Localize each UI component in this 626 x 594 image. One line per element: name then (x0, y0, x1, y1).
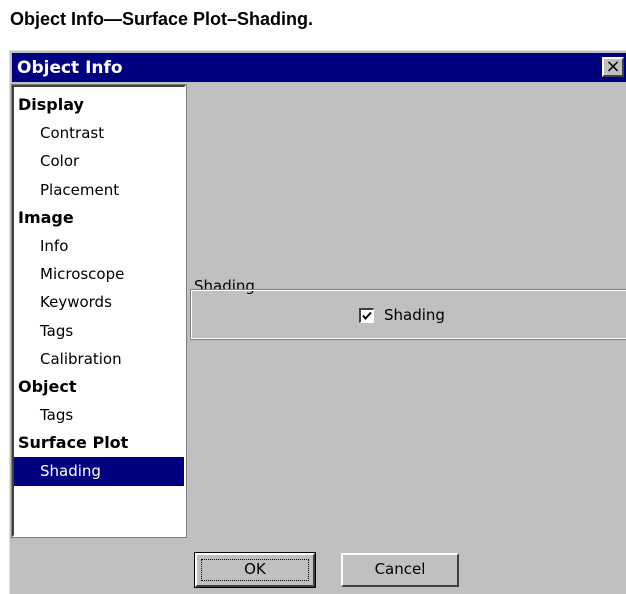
shading-checkbox-label: Shading (384, 306, 445, 324)
checkmark-icon (362, 311, 372, 320)
tree-group-image[interactable]: Image (14, 204, 184, 232)
tree-group-display[interactable]: Display (14, 91, 184, 119)
tree-item-contrast[interactable]: Contrast (14, 119, 184, 147)
cancel-button[interactable]: Cancel (341, 553, 459, 587)
title-bar: Object Info × (12, 53, 626, 82)
close-button[interactable]: × (602, 57, 624, 77)
tree-item-tags[interactable]: Tags (14, 317, 184, 345)
category-tree[interactable]: Display Contrast Color Placement Image Info Mi… (11, 84, 187, 538)
close-icon: × (605, 56, 621, 77)
category-tree-list: Display Contrast Color Placement Image Info Mi… (14, 91, 184, 486)
tree-group-object[interactable]: Object (14, 373, 184, 401)
focus-rect (201, 559, 309, 581)
shading-checkbox-row[interactable]: Shading (359, 305, 445, 325)
window-title: Object Info (17, 58, 123, 78)
tree-item-info[interactable]: Info (14, 232, 184, 260)
ok-button[interactable]: OK (194, 552, 316, 588)
tree-group-surface-plot[interactable]: Surface Plot (14, 429, 184, 457)
tree-item-shading[interactable]: Shading (14, 457, 184, 486)
tree-item-keywords[interactable]: Keywords (14, 288, 184, 316)
shading-checkbox[interactable] (359, 307, 374, 323)
tree-item-tags[interactable]: Tags (14, 401, 184, 429)
figure-caption: Object Info—Surface Plot–Shading. (10, 9, 314, 29)
tree-item-calibration[interactable]: Calibration (14, 345, 184, 373)
object-info-dialog: Object Info × Display Contrast Color Placem… (9, 50, 626, 594)
cancel-button-label: Cancel (374, 560, 426, 578)
tree-item-placement[interactable]: Placement (14, 176, 184, 204)
tree-item-microscope[interactable]: Microscope (14, 260, 184, 288)
tree-item-color[interactable]: Color (14, 147, 184, 175)
